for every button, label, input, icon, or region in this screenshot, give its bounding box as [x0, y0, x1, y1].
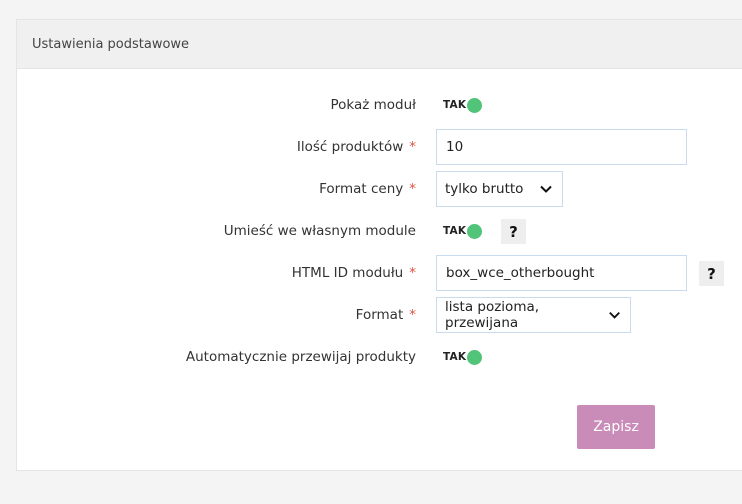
help-icon: ? [707, 264, 716, 283]
price-format-select[interactable]: tylko brutto [436, 171, 563, 207]
toggle-state-text: TAK [443, 351, 467, 363]
help-icon: ? [509, 222, 518, 241]
own-module-help-button[interactable]: ? [501, 219, 526, 244]
show-module-toggle[interactable]: TAK [436, 93, 483, 117]
required-marker: * [409, 265, 416, 281]
auto-scroll-toggle[interactable]: TAK [436, 345, 483, 369]
save-button[interactable]: Zapisz [577, 405, 655, 449]
product-count-input[interactable]: 10 [436, 129, 687, 165]
required-marker: * [409, 139, 416, 155]
toggle-knob-icon [467, 349, 483, 365]
panel-title: Ustawienia podstawowe [32, 36, 190, 52]
html-id-input[interactable]: box_wce_otherbought [436, 255, 687, 291]
own-module-label: Umieść we własnym module [223, 223, 416, 239]
toggle-state-text: TAK [443, 99, 467, 111]
row-own-module: Umieść we własnym module TAK ? [17, 213, 742, 249]
html-id-help-button[interactable]: ? [699, 261, 724, 286]
row-html-id: HTML ID modułu * box_wce_otherbought ? [17, 255, 742, 291]
auto-scroll-label: Automatycznie przewijaj produkty [185, 349, 416, 365]
toggle-knob-icon [467, 97, 483, 113]
required-marker: * [409, 181, 416, 197]
show-module-label: Pokaż moduł [330, 97, 416, 113]
row-product-count: Ilość produktów * 10 [17, 129, 742, 165]
row-auto-scroll: Automatycznie przewijaj produkty TAK [17, 339, 742, 375]
row-format: Format * lista pozioma, przewijana [17, 297, 742, 333]
chevron-down-icon [609, 311, 620, 319]
toggle-state-text: TAK [443, 225, 467, 237]
row-show-module: Pokaż moduł TAK [17, 87, 742, 123]
html-id-label: HTML ID modułu * [291, 265, 416, 281]
product-count-label: Ilość produktów * [296, 139, 416, 155]
required-marker: * [409, 307, 416, 323]
panel-header: Ustawienia podstawowe [17, 20, 742, 69]
settings-panel: Ustawienia podstawowe Pokaż moduł TAK Il… [16, 19, 742, 471]
row-price-format: Format ceny * tylko brutto [17, 171, 742, 207]
toggle-knob-icon [467, 223, 483, 239]
price-format-label: Format ceny * [319, 181, 416, 197]
format-label: Format * [355, 307, 416, 323]
chevron-down-icon [540, 185, 552, 193]
format-select[interactable]: lista pozioma, przewijana [436, 297, 631, 333]
own-module-toggle[interactable]: TAK [436, 219, 483, 243]
